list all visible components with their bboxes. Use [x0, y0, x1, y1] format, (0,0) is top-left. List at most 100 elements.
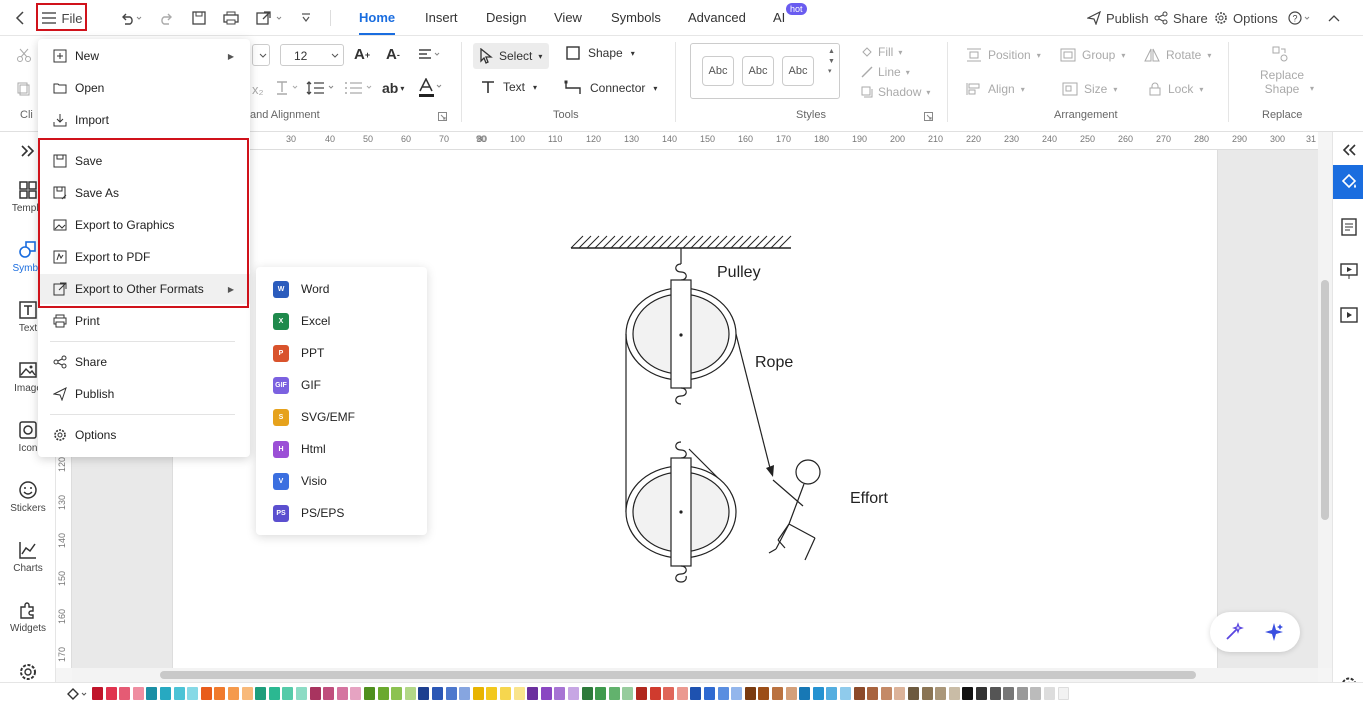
color-swatch[interactable] — [636, 687, 647, 700]
font-color-icon[interactable] — [418, 78, 444, 98]
connector-tool-button[interactable]: Connector ▾ — [564, 80, 657, 96]
subscript-icon[interactable]: x₂ — [252, 82, 264, 97]
color-swatch[interactable] — [486, 687, 498, 700]
color-swatch[interactable] — [364, 687, 375, 700]
color-swatch[interactable] — [622, 687, 634, 700]
shadow-button[interactable]: Shadow ▾ — [861, 85, 930, 99]
color-swatch[interactable] — [527, 687, 539, 700]
tab-advanced[interactable]: Advanced — [688, 0, 746, 36]
color-swatch[interactable] — [731, 687, 743, 700]
lower-pulley[interactable] — [625, 457, 737, 567]
horizontal-scrollbar[interactable] — [72, 668, 1318, 682]
color-swatch[interactable] — [826, 687, 838, 700]
presentation-icon[interactable] — [1333, 254, 1363, 288]
color-swatch[interactable] — [704, 687, 715, 700]
color-swatch[interactable] — [758, 687, 770, 700]
hook-bottom[interactable] — [675, 565, 687, 583]
fill-button[interactable]: Fill ▾ — [861, 45, 902, 59]
color-swatch[interactable] — [921, 687, 933, 700]
color-swatch[interactable] — [241, 687, 253, 700]
color-swatch[interactable] — [581, 687, 593, 700]
export-format-word[interactable]: W Word — [256, 273, 427, 305]
back-icon[interactable] — [10, 0, 30, 36]
color-swatch[interactable] — [500, 687, 511, 700]
expand-font-group-icon[interactable] — [438, 112, 447, 121]
color-swatch[interactable] — [323, 687, 335, 700]
align-button[interactable]: Align ▾ — [966, 82, 1025, 96]
style-sample[interactable]: Abc — [782, 56, 814, 86]
color-swatch[interactable] — [350, 687, 362, 700]
color-swatch[interactable] — [744, 687, 756, 700]
publish-button[interactable]: Publish — [1087, 0, 1149, 36]
text-tool-button[interactable]: Text ▾ — [481, 80, 537, 94]
export-format-ppt[interactable]: P PPT — [256, 337, 427, 369]
tab-ai[interactable]: AI — [773, 0, 785, 36]
color-swatch[interactable] — [663, 687, 675, 700]
tab-symbols[interactable]: Symbols — [611, 0, 661, 36]
font-size-dropdown[interactable]: 12 — [280, 44, 344, 66]
color-swatch[interactable] — [1030, 687, 1042, 700]
style-sample[interactable]: Abc — [702, 56, 734, 86]
page-properties-icon[interactable] — [1333, 210, 1363, 244]
menu-item-new[interactable]: New ▶ — [38, 41, 250, 71]
scroll-thumb[interactable] — [160, 671, 1196, 679]
color-swatch[interactable] — [336, 687, 348, 700]
color-swatch[interactable] — [459, 687, 471, 700]
color-swatch[interactable] — [445, 687, 457, 700]
export-format-excel[interactable]: X Excel — [256, 305, 427, 337]
style-scroll-icon[interactable]: ▲ ▼ ▾ — [828, 47, 835, 77]
color-swatch[interactable] — [908, 687, 919, 700]
tab-design[interactable]: Design — [486, 0, 526, 36]
color-swatch[interactable] — [418, 687, 430, 700]
color-swatch[interactable] — [132, 687, 144, 700]
tab-home[interactable]: Home — [359, 0, 396, 36]
increase-font-icon[interactable]: A + — [354, 46, 370, 63]
color-swatch[interactable] — [1044, 687, 1055, 700]
color-swatch[interactable] — [1016, 687, 1028, 700]
menu-item-share[interactable]: Share — [38, 347, 250, 377]
replace-shape-button[interactable]: Replace Shape — [1256, 68, 1308, 96]
style-sample[interactable]: Abc — [742, 56, 774, 86]
color-swatch[interactable] — [540, 687, 552, 700]
color-swatch[interactable] — [105, 687, 117, 700]
export-format-gif[interactable]: GIF GIF — [256, 369, 427, 401]
export-format-svg-emf[interactable]: S SVG/EMF — [256, 401, 427, 433]
vertical-scrollbar[interactable] — [1318, 150, 1332, 668]
color-swatch[interactable] — [690, 687, 702, 700]
rope-label[interactable]: Rope — [755, 354, 793, 371]
select-tool-button[interactable]: Select ▾ — [473, 43, 549, 69]
color-swatch[interactable] — [404, 687, 416, 700]
fill-bucket-icon[interactable] — [66, 686, 88, 705]
color-swatch[interactable] — [187, 687, 199, 700]
color-swatch[interactable] — [676, 687, 688, 700]
group-button[interactable]: Group ▾ — [1060, 48, 1125, 62]
color-swatch[interactable] — [228, 687, 239, 700]
color-swatch[interactable] — [962, 687, 974, 700]
color-swatch[interactable] — [391, 687, 403, 700]
color-swatch[interactable] — [268, 687, 280, 700]
color-swatch[interactable] — [296, 687, 307, 700]
color-swatch[interactable] — [595, 687, 607, 700]
pulley-label[interactable]: Pulley — [717, 264, 761, 281]
color-swatch[interactable] — [377, 687, 389, 700]
color-swatch[interactable] — [717, 687, 729, 700]
line-button[interactable]: Line ▾ — [861, 65, 910, 79]
export-format-visio[interactable]: V Visio — [256, 465, 427, 497]
options-button[interactable]: Options — [1214, 0, 1278, 36]
color-swatch[interactable] — [146, 687, 158, 700]
menu-item-import[interactable]: Import — [38, 105, 250, 135]
scroll-thumb[interactable] — [1321, 280, 1329, 520]
color-swatch[interactable] — [472, 687, 484, 700]
color-swatch[interactable] — [160, 687, 171, 700]
color-swatch[interactable] — [200, 687, 212, 700]
tab-view[interactable]: View — [554, 0, 582, 36]
save-icon[interactable] — [190, 0, 208, 36]
color-swatch[interactable] — [853, 687, 865, 700]
sidebar-item-stickers[interactable]: Stickers — [0, 480, 56, 514]
help-icon[interactable]: ? — [1287, 0, 1313, 36]
color-swatch[interactable] — [432, 687, 443, 700]
color-swatch[interactable] — [812, 687, 824, 700]
lock-button[interactable]: Lock ▾ — [1148, 82, 1203, 96]
color-swatch[interactable] — [894, 687, 906, 700]
line-spacing-icon[interactable] — [306, 80, 336, 96]
